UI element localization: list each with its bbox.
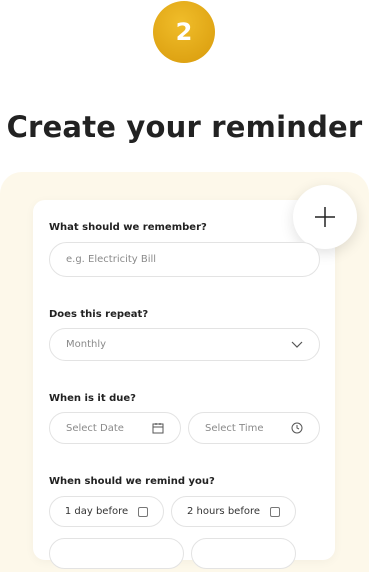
step-badge: 2 [153,1,215,63]
repeat-select[interactable]: Monthly [49,328,320,361]
remind-option-label: 1 day before [64,506,129,517]
add-reminder-button[interactable] [293,185,357,249]
remind-option-partial[interactable] [191,538,296,569]
step-number: 2 [175,18,193,46]
chevron-down-icon [291,341,303,349]
due-label: When is it due? [49,393,136,404]
repeat-value: Monthly [66,339,107,350]
plus-icon [315,207,335,227]
clock-icon [291,422,303,434]
remember-label: What should we remember? [49,222,207,233]
date-placeholder: Select Date [66,422,124,434]
time-placeholder: Select Time [205,422,264,434]
page-title: Create your reminder [6,110,363,144]
remind-option-label: 2 hours before [186,506,261,517]
time-picker[interactable]: Select Time [188,412,320,444]
checkbox[interactable] [270,506,281,517]
repeat-label: Does this repeat? [49,309,149,320]
remind-option-1-day[interactable]: 1 day before [49,496,164,527]
date-picker[interactable]: Select Date [49,412,181,444]
remind-label: When should we remind you? [49,476,215,487]
checkbox[interactable] [138,506,149,517]
remember-input[interactable]: e.g. Electricity Bill [49,242,320,277]
remember-placeholder: e.g. Electricity Bill [66,254,157,265]
remind-option-partial[interactable] [49,538,184,569]
calendar-icon [152,422,164,434]
remind-option-2-hours[interactable]: 2 hours before [171,496,296,527]
